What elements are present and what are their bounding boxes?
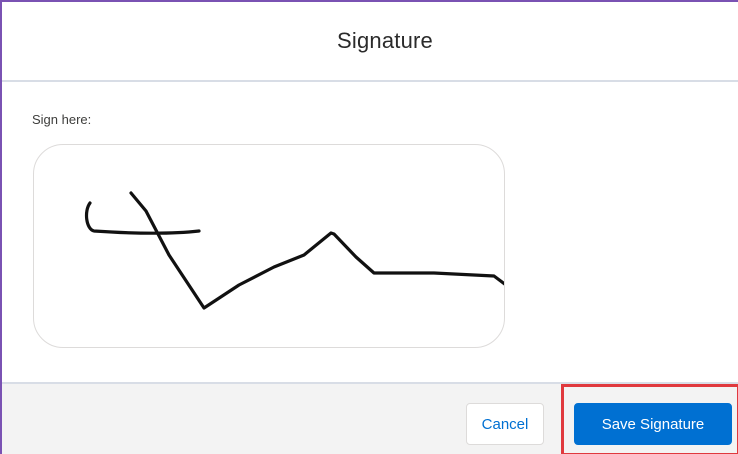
modal-body: Sign here: [2,82,738,384]
save-signature-button[interactable]: Save Signature [574,403,732,445]
modal-footer: Cancel Save Signature [2,382,738,454]
signature-stroke-2 [129,191,504,310]
signature-modal: Signature Sign here: Cancel Save Signatu… [0,0,738,454]
sign-here-label: Sign here: [32,112,92,127]
signature-drawing [84,191,504,310]
signature-pad[interactable] [33,144,505,348]
modal-header: Signature [2,2,738,82]
cancel-button[interactable]: Cancel [466,403,544,445]
modal-title: Signature [337,28,433,53]
